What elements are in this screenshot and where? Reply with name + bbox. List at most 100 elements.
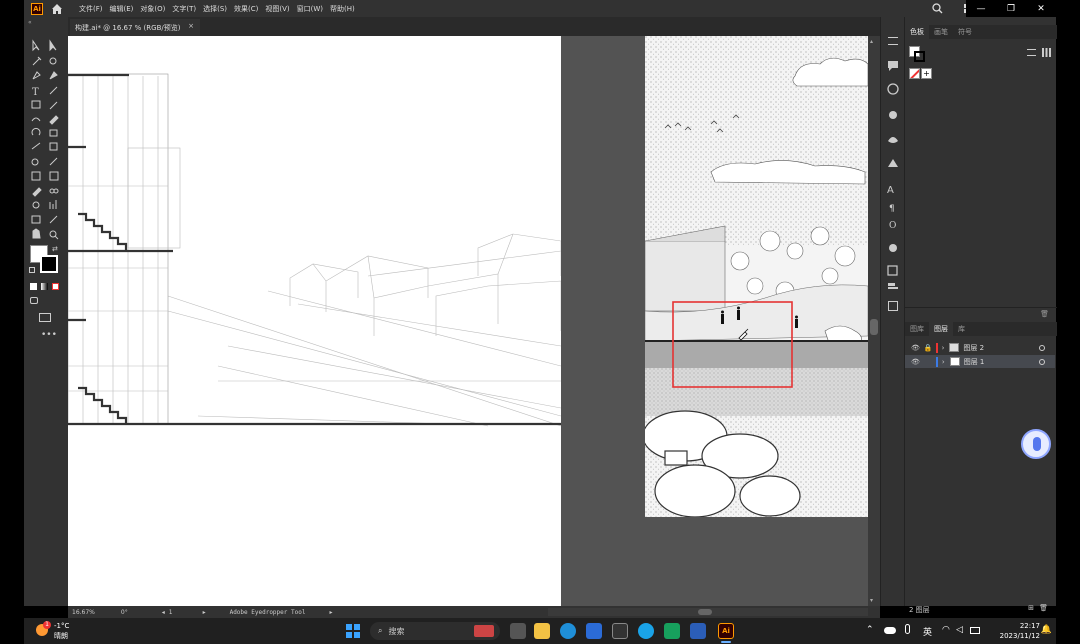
maximize-icon[interactable]: ❐ [996,0,1026,17]
svg-text:O: O [889,221,896,231]
zoom-level[interactable]: 16.67% [72,609,95,616]
layer-row-2[interactable]: 👁 🔒 › 图层 2 [905,341,1055,354]
color-mode-icon[interactable] [30,283,37,290]
edge-icon[interactable] [560,623,576,639]
rotation-value[interactable]: 0° [121,609,128,616]
layer-name[interactable]: 图层 2 [963,343,984,353]
default-colors-icon[interactable] [29,267,35,273]
draw-mode-icon[interactable] [30,297,38,304]
artboard-building-perspective[interactable] [68,36,562,606]
swatch-stroke[interactable] [914,51,925,62]
document-tab[interactable]: 构建.ai* @ 16.67 % (RGB/预览) × [70,19,200,36]
menu-type[interactable]: 文字(T) [172,4,196,14]
swatches-view-list-icon[interactable] [1027,49,1036,56]
expand-chevron-icon[interactable]: › [942,344,945,352]
onedrive-icon[interactable] [884,627,896,634]
menu-effect[interactable]: 效果(C) [234,4,258,14]
layers-footer [905,603,1057,604]
swatch-none[interactable] [909,68,920,79]
floating-assistant-icon[interactable] [1021,429,1051,459]
home-icon[interactable] [51,3,63,15]
swatches-view-grid-icon[interactable] [1042,48,1051,57]
wifi-icon[interactable]: ◠ [942,625,950,635]
tab-library[interactable]: 库 [953,322,970,336]
app-logo[interactable]: Ai [31,2,43,15]
swap-colors-icon[interactable]: ⇄ [52,245,58,253]
tray-chevron-icon[interactable]: ⌃ [866,625,874,635]
battery-icon[interactable] [970,627,980,634]
stroke-swatch[interactable] [40,255,58,273]
tab-libraries[interactable]: 图库 [905,322,929,336]
layer-target-icon[interactable] [1039,344,1045,351]
expand-chevron-icon[interactable]: › [942,358,945,366]
panel-menu-icon[interactable] [888,37,898,45]
delete-swatch-icon[interactable]: 🗑 [1040,310,1049,318]
menu-window[interactable]: 窗口(W) [297,4,323,14]
menu-file[interactable]: 文件(F) [79,4,103,14]
screen-mode-icon[interactable] [39,313,51,322]
scroll-down-icon[interactable]: ▾ [870,597,873,604]
menu-help[interactable]: 帮助(H) [330,4,355,14]
more-tools-icon[interactable]: ••• [41,330,57,340]
new-layer-icon[interactable]: ⊞ [1028,604,1034,612]
scroll-thumb[interactable] [870,319,878,335]
tab-swatches[interactable]: 色板 [905,25,929,39]
panel-shortcut-icons[interactable]: A ¶ O [886,59,900,289]
mail-icon[interactable] [664,623,680,639]
lock-icon[interactable]: 🔒 [924,344,933,352]
ie-icon[interactable] [638,623,654,639]
word-icon[interactable] [690,623,706,639]
hscroll-thumb[interactable] [698,609,712,615]
task-view-icon[interactable] [510,623,526,639]
volume-icon[interactable]: ◁ [956,625,963,635]
none-mode-icon[interactable] [52,283,59,290]
layer-target-icon[interactable] [1039,358,1045,365]
swatch-registration[interactable]: + [921,68,932,79]
illustrator-icon[interactable]: Ai [718,623,734,639]
menu-items: 文件(F) 编辑(E) 对象(O) 文字(T) 选择(S) 效果(C) 视图(V… [79,4,355,14]
artboard-site-section[interactable] [645,36,868,517]
document-tab-title: 构建.ai* @ 16.67 % (RGB/预览) [75,23,181,32]
status-menu-icon[interactable]: ▸ [329,609,332,616]
delete-layer-icon[interactable]: 🗑 [1039,604,1048,612]
weather-desc: 晴朗 [54,632,68,640]
input-language[interactable]: 英 [923,625,932,638]
svg-text:A: A [887,185,894,196]
menu-object[interactable]: 对象(O) [140,4,165,14]
artboard-nav-prev-icon[interactable]: ◂ [162,609,165,616]
close-icon[interactable]: ✕ [1026,0,1056,17]
visibility-icon[interactable]: 👁 [911,344,920,352]
menu-select[interactable]: 选择(S) [203,4,227,14]
gradient-mode-icon[interactable] [41,283,48,290]
search-icon[interactable] [932,3,943,16]
tab-layers[interactable]: 图层 [929,322,953,336]
pathfinder-icon[interactable] [888,301,898,311]
notifications-bell-icon[interactable]: 🔔 [1041,625,1052,635]
file-explorer-icon[interactable] [534,623,550,639]
layer-name[interactable]: 图层 1 [964,357,985,367]
visibility-icon[interactable]: 👁 [911,358,920,366]
tool-icons[interactable]: T [30,39,64,339]
artboard-number[interactable]: 1 [169,609,173,616]
artboard-nav-next-icon[interactable]: ▸ [203,609,206,616]
menu-view[interactable]: 视图(V) [265,4,289,14]
menu-edit[interactable]: 编辑(E) [110,4,134,14]
app-icon[interactable] [612,623,628,639]
clock[interactable]: 22:17 2023/11/12 [1000,621,1040,641]
minimize-icon[interactable]: — [966,0,996,17]
vertical-scrollbar[interactable]: ▴ ▾ [868,36,880,606]
mic-icon[interactable] [905,624,910,634]
tab-close-icon[interactable]: × [188,22,194,30]
tab-symbols[interactable]: 符号 [953,25,977,39]
taskbar-search[interactable]: ⌕ 搜索 [370,622,500,640]
horizontal-scrollbar[interactable] [548,608,868,616]
svg-text:¶: ¶ [889,204,895,214]
canvas[interactable]: ▴ ▾ [68,36,880,606]
layer-row-1[interactable]: 👁 › 图层 1 [905,355,1055,368]
weather-widget[interactable]: 1 -1°C 晴朗 [36,621,69,641]
store-icon[interactable] [586,623,602,639]
scroll-up-icon[interactable]: ▴ [870,38,873,45]
start-button-icon[interactable] [346,624,360,638]
tab-brushes[interactable]: 画笔 [929,25,953,39]
collapse-icon[interactable]: « [28,19,32,26]
